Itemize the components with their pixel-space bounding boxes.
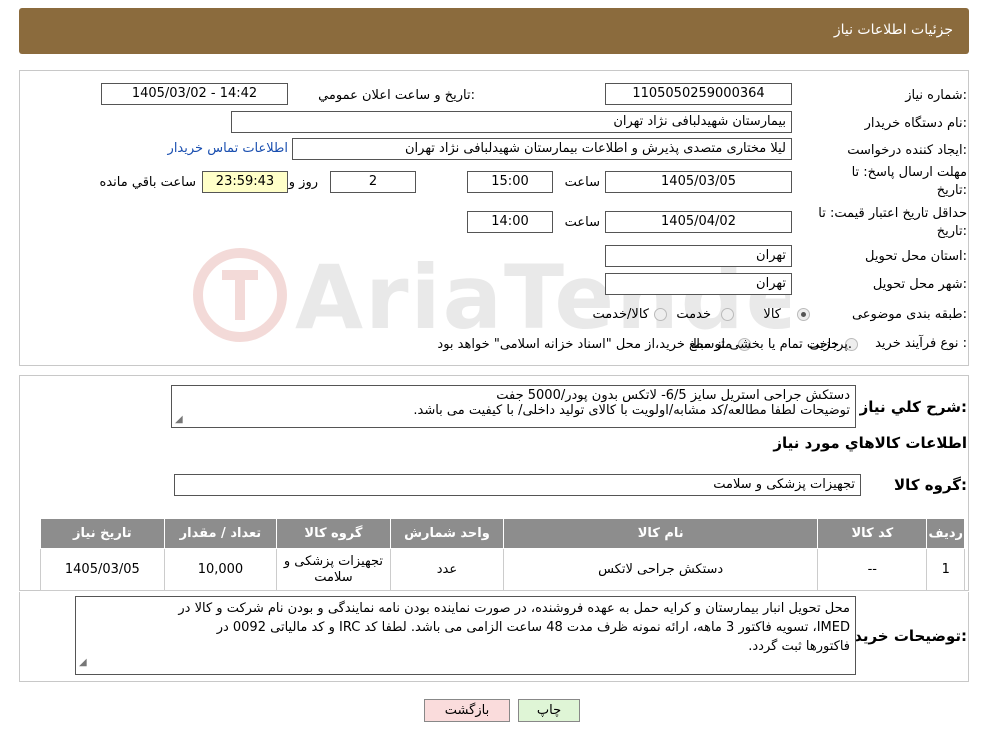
buyer-org-field: بیمارستان شهیدلبافی نژاد تهران [231, 111, 792, 133]
resize-grip-icon[interactable]: ◢ [175, 414, 183, 425]
announce-datetime-label: تاریخ و ساعت اعلان عمومي: [318, 88, 475, 103]
buyer-contact-link[interactable]: اطلاعات تماس خریدار [168, 141, 288, 156]
page-title: جزئیات اطلاعات نیاز [833, 22, 953, 38]
province-label: استان محل تحویل: [865, 249, 967, 264]
creator-field: لیلا مختاری متصدی پذیرش و اطلاعات بیمارس… [292, 138, 792, 160]
summary-line-1: دستکش جراحی استریل سایز 6/5- لاتکس بدون … [496, 388, 850, 403]
deadline-label-line2: تاریخ: [936, 183, 967, 198]
announce-datetime-field: 1405/03/02 - 14:42 [101, 83, 288, 105]
col-unit: واحد شمارش [389, 518, 505, 549]
col-need-date: تاريخ نياز [40, 518, 165, 549]
validity-time-label: ساعت [564, 215, 600, 230]
process-type-label: نوع فرآیند خرید : [875, 336, 967, 351]
deadline-time-label: ساعت [564, 175, 600, 190]
category-label: طبقه بندی موضوعی: [851, 307, 967, 322]
resize-grip-icon[interactable]: ◢ [79, 653, 87, 672]
deadline-label-line1: مهلت ارسال پاسخ: تا [851, 165, 967, 180]
goods-table-header: رديف كد كالا نام كالا واحد شمارش گروه كا… [40, 518, 965, 549]
category-radio-goods[interactable] [797, 308, 810, 321]
province-field: تهران [605, 245, 792, 267]
summary-label: شرح كلي نياز: [859, 398, 967, 416]
need-number-label: شماره نیاز: [905, 88, 967, 103]
buyer-org-label: نام دستگاه خریدار: [864, 116, 967, 131]
back-button[interactable]: بازگشت [424, 699, 510, 722]
deadline-date-field: 1405/03/05 [605, 171, 792, 193]
cell-need-date: 1405/03/05 [40, 548, 165, 591]
process-payment-note: پرداخت تمام یا بخشی از مبلغ خرید،از محل … [437, 337, 852, 352]
days-remaining-field: 2 [330, 171, 416, 193]
print-button[interactable]: چاپ [518, 699, 580, 722]
summary-textarea[interactable]: دستکش جراحی استریل سایز 6/5- لاتکس بدون … [171, 385, 856, 428]
need-number-field: 1105050259000364 [605, 83, 792, 105]
col-goods-group: گروه كالا [276, 518, 391, 549]
city-label: شهر محل تحویل: [872, 277, 967, 292]
cell-quantity: 10,000 [163, 548, 278, 591]
col-quantity: تعداد / مقدار [163, 518, 278, 549]
city-field: تهران [605, 273, 792, 295]
category-radio-service[interactable] [721, 308, 734, 321]
category-option-goods: کالا [763, 307, 781, 322]
validity-label-line2: تاریخ: [936, 224, 967, 239]
cell-goods-name: دستکش جراحی لاتکس [503, 548, 819, 591]
days-label: روز و [288, 175, 318, 190]
page-header: جزئیات اطلاعات نیاز [19, 8, 969, 54]
cell-row-number: 1 [926, 548, 965, 591]
buyer-notes-line-2: IMED، تسویه فاکتور 3 ماهه، ارائه نمونه ظ… [216, 620, 850, 635]
validity-label-line1: حداقل تاریخ اعتبار قیمت: تا [818, 206, 967, 221]
buyer-notes-line-1: محل تحویل انبار بیمارستان و کرایه حمل به… [178, 601, 850, 616]
cell-goods-group: تجهیزات پزشکی و سلامت [276, 548, 391, 591]
buyer-notes-label: توضیحات خریدار: [840, 627, 967, 645]
cell-unit: عدد [389, 548, 505, 591]
category-radio-goods-service[interactable] [654, 308, 667, 321]
summary-line-2: توضیحات لطفا مطالعه/کد مشابه/اولویت با ک… [413, 403, 850, 418]
category-option-goods-service: کالا/خدمت [592, 307, 649, 322]
col-row-number: رديف [926, 518, 965, 549]
validity-time-field: 14:00 [467, 211, 553, 233]
goods-group-label: گروه كالا: [894, 476, 967, 494]
col-goods-name: نام كالا [503, 518, 819, 549]
creator-label: ایجاد کننده درخواست: [847, 143, 967, 158]
buyer-notes-textarea[interactable]: محل تحویل انبار بیمارستان و کرایه حمل به… [75, 596, 856, 675]
deadline-time-field: 15:00 [467, 171, 553, 193]
time-remaining-label: ساعت باقي مانده [99, 175, 196, 190]
category-option-service: خدمت [676, 307, 711, 322]
goods-table: رديف كد كالا نام كالا واحد شمارش گروه كا… [40, 518, 965, 591]
col-goods-code: كد كالا [817, 518, 928, 549]
goods-info-title: اطلاعات كالاهاي مورد نياز [773, 434, 967, 452]
buyer-notes-line-3: فاکتورها ثبت گردد. [748, 639, 850, 654]
cell-goods-code: -- [817, 548, 928, 591]
validity-date-field: 1405/04/02 [605, 211, 792, 233]
time-remaining-field: 23:59:43 [202, 171, 288, 193]
table-row: 1 -- دستکش جراحی لاتکس عدد تجهیزات پزشکی… [40, 548, 965, 591]
goods-group-field: تجهیزات پزشکی و سلامت [174, 474, 861, 496]
